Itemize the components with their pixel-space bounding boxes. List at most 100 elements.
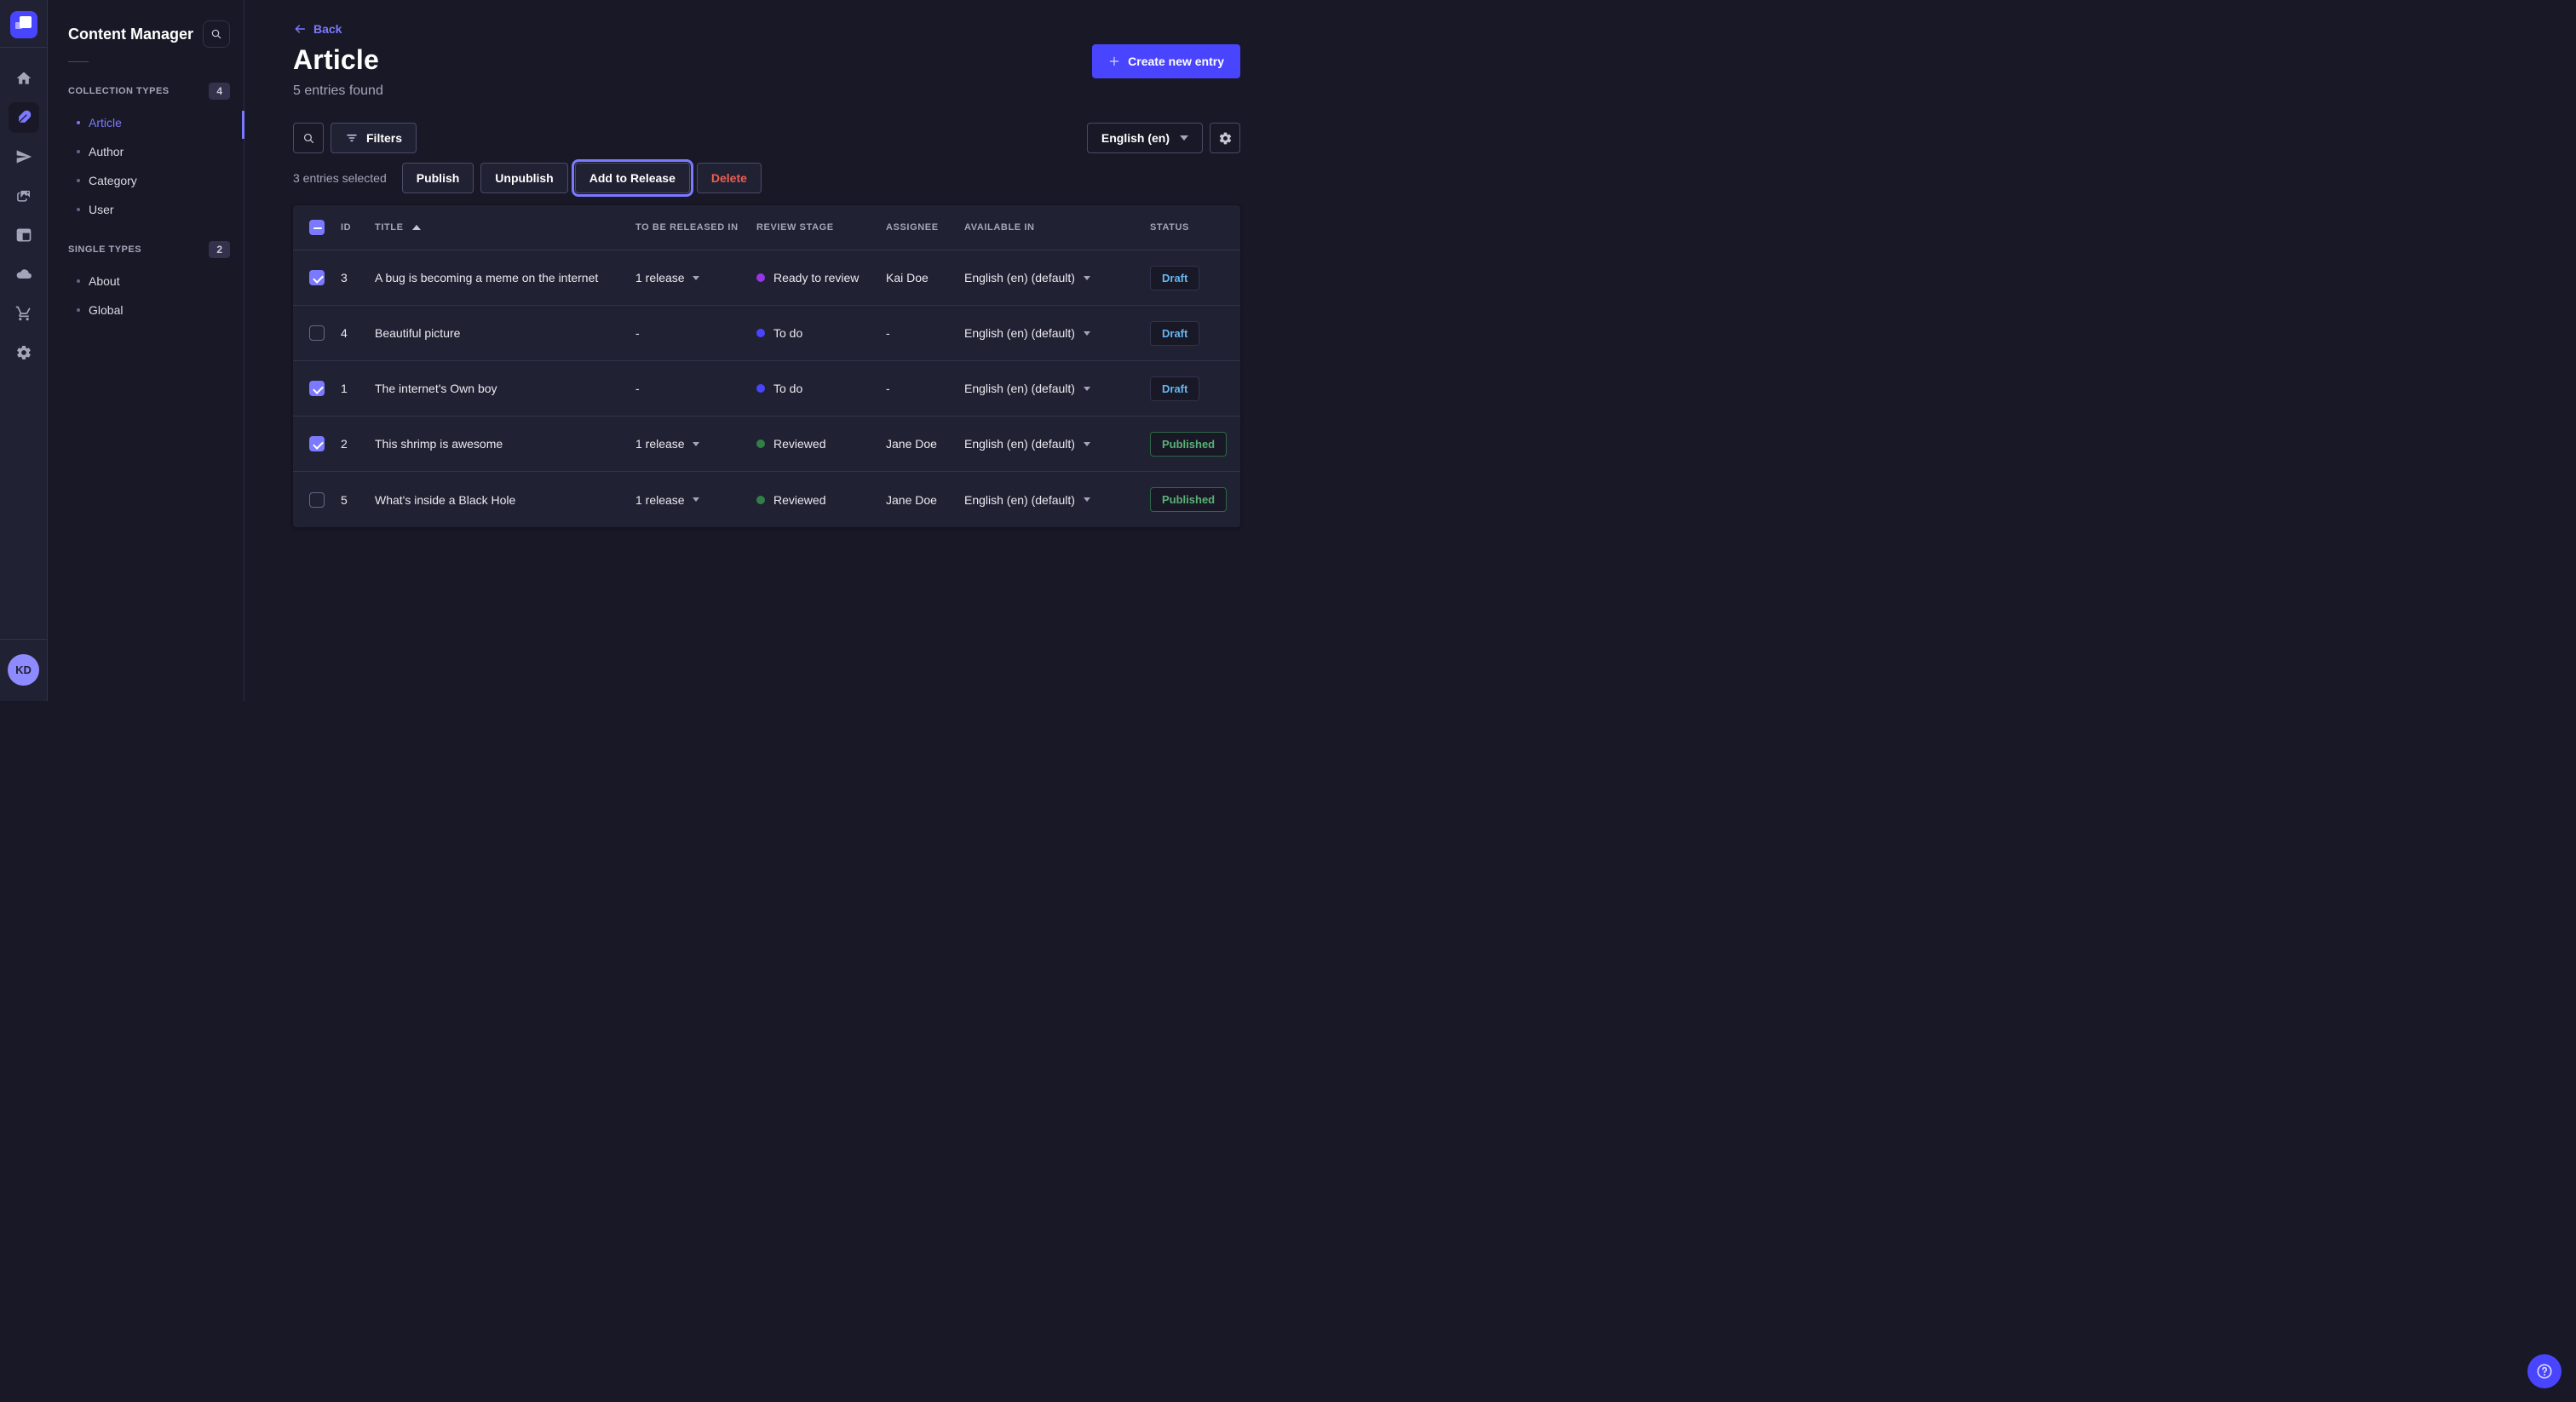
gear-icon[interactable] xyxy=(9,337,39,368)
row-checkbox[interactable] xyxy=(309,436,325,451)
stage-dot xyxy=(756,273,765,282)
entries-table: ID TITLE TO BE RELEASED IN REVIEW STAGE … xyxy=(293,205,1240,527)
cell-release: - xyxy=(635,326,640,340)
search-icon[interactable] xyxy=(203,20,230,48)
row-checkbox[interactable] xyxy=(309,381,325,396)
chevron-down-icon xyxy=(1084,497,1090,502)
search-icon[interactable] xyxy=(293,123,324,153)
release-dropdown[interactable]: 1 release xyxy=(635,271,756,284)
table-row[interactable]: 4 Beautiful picture - To do - English (e… xyxy=(293,306,1240,361)
table-header-row: ID TITLE TO BE RELEASED IN REVIEW STAGE … xyxy=(293,205,1240,250)
sidebar-item-label: Global xyxy=(89,303,123,317)
back-link[interactable]: Back xyxy=(293,22,342,36)
table-row[interactable]: 3 A bug is becoming a meme on the intern… xyxy=(293,250,1240,306)
bullet-icon xyxy=(77,179,80,182)
delete-button[interactable]: Delete xyxy=(697,163,762,193)
cell-assignee: Jane Doe xyxy=(886,437,964,451)
collection-types-count-badge: 4 xyxy=(209,83,230,100)
column-header-status[interactable]: STATUS xyxy=(1150,222,1240,233)
status-badge: Published xyxy=(1150,432,1227,457)
chevron-down-icon xyxy=(1084,387,1090,391)
table-row[interactable]: 1 The internet's Own boy - To do - Engli… xyxy=(293,361,1240,417)
feather-icon[interactable] xyxy=(9,102,39,133)
arrow-left-icon xyxy=(293,22,307,36)
row-checkbox[interactable] xyxy=(309,492,325,508)
create-new-entry-button[interactable]: Create new entry xyxy=(1092,44,1240,78)
cell-id: 4 xyxy=(341,326,375,340)
selected-entries-count: 3 entries selected xyxy=(293,171,387,185)
column-header-review-stage[interactable]: REVIEW STAGE xyxy=(756,222,886,233)
cloud-icon[interactable] xyxy=(9,259,39,290)
unpublish-button[interactable]: Unpublish xyxy=(480,163,567,193)
plus-icon xyxy=(1108,55,1120,67)
cell-review-stage: To do xyxy=(773,382,802,395)
filters-button[interactable]: Filters xyxy=(331,123,417,153)
locale-dropdown[interactable]: English (en) (default) xyxy=(964,271,1150,284)
rail-footer: KD xyxy=(0,639,48,701)
column-header-assignee[interactable]: ASSIGNEE xyxy=(886,222,964,233)
table-row[interactable]: 5 What's inside a Black Hole 1 release R… xyxy=(293,472,1240,527)
bullet-icon xyxy=(77,279,80,283)
sidebar-item-global[interactable]: Global xyxy=(48,296,244,325)
cell-title: This shrimp is awesome xyxy=(375,437,503,451)
chevron-down-icon xyxy=(1084,442,1090,446)
cell-assignee: Kai Doe xyxy=(886,271,964,284)
bullet-icon xyxy=(77,121,80,124)
sidebar-item-article[interactable]: Article xyxy=(48,108,244,137)
sidebar-item-category[interactable]: Category xyxy=(48,166,244,195)
release-dropdown[interactable]: 1 release xyxy=(635,493,756,507)
sidebar-title: Content Manager xyxy=(68,26,193,43)
question-circle-icon xyxy=(2535,1362,2554,1381)
release-dropdown[interactable]: 1 release xyxy=(635,437,756,451)
chevron-down-icon xyxy=(693,497,699,502)
sidebar-item-about[interactable]: About xyxy=(48,267,244,296)
column-header-title[interactable]: TITLE xyxy=(375,222,404,233)
cell-id: 5 xyxy=(341,493,375,507)
sidebar-item-label: About xyxy=(89,274,120,288)
sort-ascending-icon[interactable] xyxy=(412,225,421,230)
stage-dot xyxy=(756,329,765,337)
stage-dot xyxy=(756,384,765,393)
locale-dropdown[interactable]: English (en) (default) xyxy=(964,326,1150,340)
strapi-logo[interactable] xyxy=(10,11,37,38)
user-avatar[interactable]: KD xyxy=(8,654,39,686)
column-header-release[interactable]: TO BE RELEASED IN xyxy=(635,222,756,233)
settings-gear-icon[interactable] xyxy=(1210,123,1240,153)
layout-icon[interactable] xyxy=(9,220,39,250)
home-icon[interactable] xyxy=(9,63,39,94)
send-icon[interactable] xyxy=(9,141,39,172)
locale-dropdown[interactable]: English (en) (default) xyxy=(964,382,1150,395)
stage-dot xyxy=(756,496,765,504)
sidebar-item-label: User xyxy=(89,203,114,216)
sidebar-item-user[interactable]: User xyxy=(48,195,244,224)
help-button[interactable] xyxy=(2527,1354,2562,1388)
images-icon[interactable] xyxy=(9,181,39,211)
row-checkbox[interactable] xyxy=(309,325,325,341)
section-label-single-types[interactable]: SINGLE TYPES xyxy=(68,244,141,255)
cell-title: The internet's Own boy xyxy=(375,382,497,395)
locale-dropdown[interactable]: English (en) (default) xyxy=(964,493,1150,507)
column-header-id[interactable]: ID xyxy=(341,222,375,233)
locale-select[interactable]: English (en) xyxy=(1087,123,1203,153)
main-content: Back Article 5 entries found Create new … xyxy=(244,0,1288,701)
sidebar-item-author[interactable]: Author xyxy=(48,137,244,166)
add-to-release-button[interactable]: Add to Release xyxy=(575,163,690,193)
cell-assignee: Jane Doe xyxy=(886,493,964,507)
cart-icon[interactable] xyxy=(9,298,39,329)
table-row[interactable]: 2 This shrimp is awesome 1 release Revie… xyxy=(293,417,1240,472)
sidebar-item-label: Article xyxy=(89,116,122,129)
logo-glyph-overlay xyxy=(15,22,22,29)
column-header-available-in[interactable]: AVAILABLE IN xyxy=(964,222,1150,233)
cell-assignee: - xyxy=(886,382,964,395)
chevron-down-icon xyxy=(693,276,699,280)
row-checkbox[interactable] xyxy=(309,270,325,285)
locale-dropdown[interactable]: English (en) (default) xyxy=(964,437,1150,451)
status-badge: Draft xyxy=(1150,266,1199,290)
publish-button[interactable]: Publish xyxy=(402,163,474,193)
status-badge: Draft xyxy=(1150,376,1199,401)
cell-id: 3 xyxy=(341,271,375,284)
back-label: Back xyxy=(313,22,342,36)
section-label-collection-types[interactable]: COLLECTION TYPES xyxy=(68,86,170,96)
bullet-icon xyxy=(77,150,80,153)
select-all-checkbox[interactable] xyxy=(309,220,325,235)
